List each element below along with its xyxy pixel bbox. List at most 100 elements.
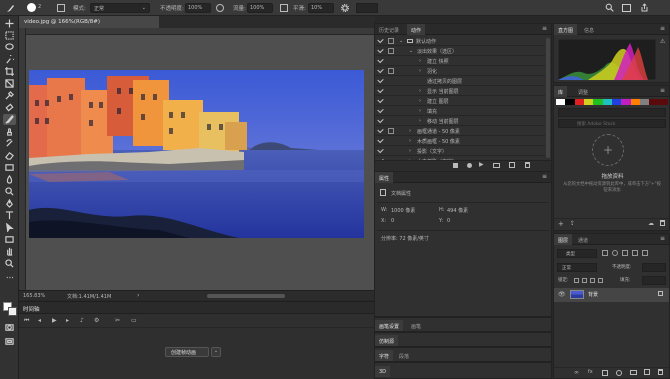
action-row[interactable]: › 羽化: [375, 66, 545, 76]
fx-icon[interactable]: fx: [588, 369, 593, 375]
check-icon[interactable]: [377, 56, 384, 64]
color-swatch[interactable]: [649, 99, 659, 105]
timeline-tab[interactable]: 时间轴: [23, 305, 40, 313]
x-value[interactable]: 0: [391, 218, 394, 224]
check-icon[interactable]: [377, 96, 384, 104]
actions-scrollbar[interactable]: [546, 38, 550, 158]
record-icon[interactable]: [467, 163, 472, 168]
chevron-right-icon[interactable]: ›: [137, 292, 139, 299]
check-icon[interactable]: [377, 36, 384, 44]
color-swatch[interactable]: [639, 99, 650, 105]
action-row[interactable]: › 木质画框 - 50 像素: [375, 136, 545, 146]
move-tool-icon[interactable]: [3, 18, 16, 29]
eye-icon[interactable]: 👁: [558, 291, 566, 298]
layer-opacity-field[interactable]: [642, 263, 666, 272]
dodge-tool-icon[interactable]: [3, 186, 16, 197]
check-icon[interactable]: [377, 66, 384, 74]
gradient-tool-icon[interactable]: [3, 162, 16, 173]
create-animation-dropdown[interactable]: ⌄: [211, 347, 221, 357]
pressure-opacity-icon[interactable]: [216, 4, 224, 12]
create-frame-animation-button[interactable]: 创建帧动画: [165, 347, 209, 357]
link-icon[interactable]: ∞: [574, 369, 579, 376]
adjustment-icon[interactable]: [616, 370, 622, 376]
brush-preset-picker[interactable]: 2: [25, 2, 49, 14]
cloud-icon[interactable]: ☁: [648, 220, 654, 227]
panel-menu-icon[interactable]: ≡: [660, 235, 665, 242]
dialog-toggle-icon[interactable]: [388, 38, 394, 44]
angle-field[interactable]: [356, 3, 378, 13]
dialog-toggle-icon[interactable]: [388, 128, 394, 134]
background-color-swatch[interactable]: [8, 307, 17, 316]
tab-layers[interactable]: 图层: [554, 234, 573, 245]
action-row[interactable]: › 画框通道 - 50 像素: [375, 126, 545, 136]
action-row[interactable]: › 建立 图层: [375, 96, 545, 106]
play-action-icon[interactable]: ▶: [479, 161, 484, 168]
gear-icon[interactable]: [340, 3, 350, 13]
rectangle-tool-icon[interactable]: [3, 234, 16, 245]
search-input[interactable]: 搜索 Adobe Stock: [577, 121, 616, 127]
action-row[interactable]: › 显示 当前图层: [375, 86, 545, 96]
tab-channels[interactable]: 通道: [574, 234, 592, 245]
action-row[interactable]: › 建立 快照: [375, 56, 545, 66]
new-action-icon[interactable]: [509, 162, 515, 168]
pen-tool-icon[interactable]: [3, 198, 16, 209]
group-icon[interactable]: [630, 370, 637, 375]
check-icon[interactable]: [377, 106, 384, 114]
mode-select[interactable]: 正常 ⌄: [90, 3, 150, 13]
trash-icon[interactable]: [525, 162, 530, 168]
new-layer-icon[interactable]: [644, 369, 650, 375]
action-row[interactable]: › 投影（文字）: [375, 146, 545, 156]
eyedropper-tool-icon[interactable]: [3, 90, 16, 101]
zoom-tool-icon[interactable]: [3, 258, 16, 269]
color-swatch[interactable]: [658, 99, 668, 105]
warning-icon[interactable]: ⚠: [660, 38, 665, 45]
next-frame-icon[interactable]: ▸: [66, 317, 69, 324]
add-icon[interactable]: +: [558, 220, 564, 228]
chevron-right-icon[interactable]: ›: [419, 118, 421, 124]
tab-adjustments[interactable]: 调整: [574, 86, 592, 97]
mask-icon[interactable]: [602, 370, 608, 376]
chevron-right-icon[interactable]: ›: [419, 98, 421, 104]
layer-fill-field[interactable]: [642, 276, 666, 285]
zoom-readout[interactable]: 165.83%: [23, 293, 45, 299]
lock-icons[interactable]: [574, 278, 610, 284]
chevron-right-icon[interactable]: ›: [409, 148, 411, 154]
tab-brush[interactable]: 画笔: [407, 320, 425, 331]
type-tool-icon[interactable]: [3, 210, 16, 221]
y-value[interactable]: 0: [447, 218, 450, 224]
smoothing-field[interactable]: 10%: [308, 3, 334, 13]
airbrush-icon[interactable]: [280, 4, 288, 12]
flow-field[interactable]: 100%: [247, 3, 273, 13]
chevron-right-icon[interactable]: ›: [409, 138, 411, 144]
chevron-right-icon[interactable]: ›: [409, 128, 411, 134]
canvas-area[interactable]: [19, 28, 374, 290]
crop-tool-icon[interactable]: [3, 66, 16, 77]
tab-info[interactable]: 信息: [580, 24, 598, 35]
chevron-right-icon[interactable]: ›: [419, 68, 421, 74]
frame-tool-icon[interactable]: [3, 78, 16, 89]
tab-3d[interactable]: 3D: [375, 366, 391, 377]
panel-menu-icon[interactable]: ≡: [660, 25, 665, 32]
action-row[interactable]: ⌄ 默认动作: [375, 36, 545, 46]
check-icon[interactable]: [377, 136, 384, 144]
tab-brush-settings[interactable]: 画笔设置: [375, 320, 404, 331]
brush-panel-toggle-icon[interactable]: [57, 4, 65, 12]
tab-paragraph[interactable]: 段落: [395, 350, 413, 361]
stop-icon[interactable]: [453, 163, 458, 168]
first-frame-icon[interactable]: ⏮: [24, 317, 29, 325]
check-icon[interactable]: [377, 116, 384, 124]
color-swatch[interactable]: [621, 99, 631, 105]
action-row[interactable]: ⌄ 淡出效果（选区）: [375, 46, 545, 56]
lasso-tool-icon[interactable]: [3, 42, 16, 53]
width-value[interactable]: 1000 像素: [391, 207, 415, 214]
prev-frame-icon[interactable]: ◂: [38, 317, 41, 324]
workspace-icon[interactable]: [622, 4, 631, 12]
tab-character[interactable]: 字符: [375, 350, 394, 361]
tab-history[interactable]: 历史记录: [375, 24, 403, 35]
color-swatch[interactable]: [611, 99, 622, 105]
library-search[interactable]: 搜索 Adobe Stock: [558, 119, 666, 128]
quick-mask-icon[interactable]: [3, 322, 16, 333]
brush-tool-icon[interactable]: [3, 114, 16, 125]
panel-menu-icon[interactable]: ≡: [542, 173, 547, 180]
blur-tool-icon[interactable]: [3, 174, 16, 185]
